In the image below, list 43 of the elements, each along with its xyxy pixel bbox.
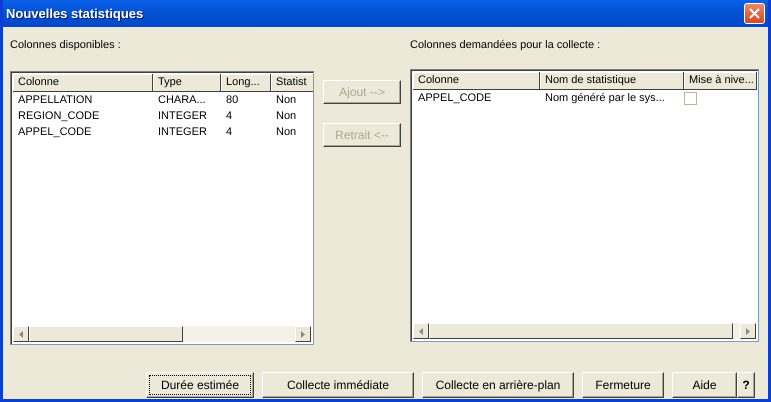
left-arrow-icon bbox=[19, 330, 23, 338]
table-cell-text: 4 bbox=[225, 126, 234, 138]
table-cell-text: 80 bbox=[225, 94, 240, 106]
checkbox[interactable] bbox=[684, 92, 697, 104]
window-title: Nouvelles statistiques bbox=[6, 6, 144, 21]
table-cell-text: REGION_CODE bbox=[17, 110, 100, 122]
column-header[interactable]: Statist bbox=[271, 74, 313, 92]
close-button[interactable] bbox=[744, 3, 765, 24]
horizontal-scrollbar[interactable] bbox=[13, 326, 311, 342]
left-arrow-icon bbox=[419, 328, 423, 334]
section-label: Colonnes disponibles : bbox=[10, 39, 122, 51]
column-header[interactable]: Colonne bbox=[413, 72, 540, 90]
right-arrow-icon bbox=[746, 328, 750, 334]
scroll-right-button[interactable] bbox=[295, 326, 311, 342]
column-header[interactable]: Mise à nive... bbox=[684, 72, 757, 90]
column-header[interactable]: Nom de statistique bbox=[540, 72, 684, 90]
scroll-left-button[interactable] bbox=[413, 323, 429, 339]
scroll-thumb[interactable] bbox=[29, 326, 183, 342]
table-cell-text: APPELLATION bbox=[17, 94, 94, 106]
table-cell-text: Non bbox=[275, 94, 298, 106]
table-cell-text: 4 bbox=[225, 110, 234, 122]
dialog-button[interactable]: ? bbox=[737, 372, 755, 398]
close-icon bbox=[749, 8, 760, 19]
dialog-button[interactable]: Durée estimée bbox=[146, 372, 254, 398]
table-cell-text: Non bbox=[275, 126, 298, 138]
table-cell-text: APPEL_CODE bbox=[17, 126, 92, 138]
column-header[interactable]: Colonne bbox=[13, 74, 153, 92]
section-label: Colonnes demandées pour la collecte : bbox=[410, 39, 602, 51]
dialog-button[interactable]: Fermeture bbox=[582, 372, 664, 398]
table-cell-text: INTEGER bbox=[157, 126, 208, 138]
scroll-right-button[interactable] bbox=[740, 323, 756, 339]
right-arrow-icon bbox=[301, 330, 305, 338]
dialog-button[interactable]: Collecte en arrière-plan bbox=[422, 372, 574, 398]
dialog-button[interactable]: Collecte immédiate bbox=[262, 372, 414, 398]
column-header[interactable]: Long... bbox=[221, 74, 271, 92]
dialog-button[interactable]: Aide bbox=[672, 372, 737, 398]
scroll-left-button[interactable] bbox=[13, 326, 29, 342]
table-cell-text: INTEGER bbox=[157, 110, 208, 122]
table-cell-text: CHARA... bbox=[157, 94, 207, 106]
table-cell-text: Non bbox=[275, 110, 298, 122]
column-header[interactable]: Type bbox=[153, 74, 221, 92]
table-cell-text: Nom généré par le sys... bbox=[544, 92, 666, 104]
table-cell-text: APPEL_CODE bbox=[417, 92, 492, 104]
